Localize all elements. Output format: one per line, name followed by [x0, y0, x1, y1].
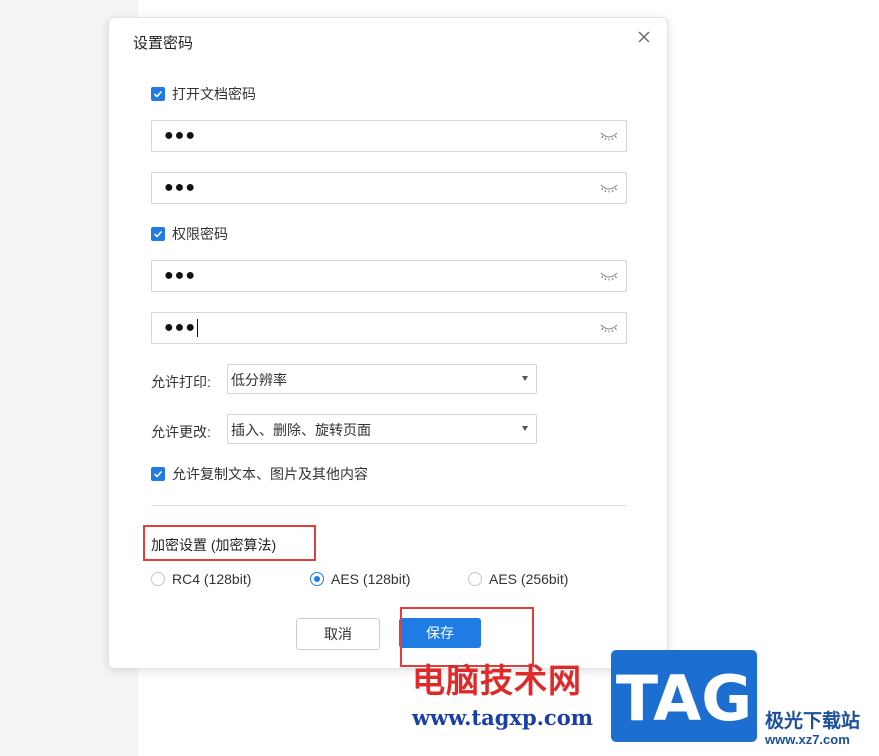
dialog-title: 设置密码 [133, 35, 194, 52]
watermark-logo-text: TAG [616, 662, 752, 735]
open-password-label: 打开文档密码 [172, 86, 256, 102]
dropdown-arrow-icon [522, 426, 528, 431]
cancel-button[interactable]: 取消 [296, 618, 380, 650]
watermark-url: www.tagxp.com [412, 705, 593, 730]
eye-closed-icon[interactable] [600, 271, 618, 281]
allow-copy-toggle[interactable]: 允许复制文本、图片及其他内容 [151, 464, 368, 484]
permission-password-input[interactable]: ●●● [151, 260, 627, 292]
radio-label: AES (256bit) [489, 571, 569, 587]
watermark-text: 电脑技术网 [412, 661, 582, 700]
radio-aes-256[interactable]: AES (256bit) [468, 571, 568, 587]
annotation-highlight [143, 525, 316, 561]
watermark-site-url: www.xz7.com [765, 732, 850, 747]
open-password-input[interactable]: ●●● [151, 120, 627, 152]
permission-password-confirm-input[interactable]: ●●● [151, 312, 627, 344]
password-value: ●●● [164, 127, 196, 144]
modify-select[interactable]: 插入、删除、旋转页面 [227, 414, 537, 444]
watermark-logo: TAG [611, 650, 757, 742]
print-select-value: 低分辨率 [231, 372, 287, 388]
radio-icon[interactable] [468, 572, 482, 586]
set-password-dialog: 设置密码 打开文档密码 ●●● ●●● 权限密码 ●●● ●●● 允许打印: 低… [108, 17, 668, 669]
modify-label: 允许更改: [151, 424, 211, 440]
print-label: 允许打印: [151, 374, 211, 390]
radio-selected-icon[interactable] [310, 572, 324, 586]
radio-label: AES (128bit) [331, 571, 411, 587]
eye-closed-icon[interactable] [600, 183, 618, 193]
password-value: ●●● [164, 179, 196, 196]
allow-copy-label: 允许复制文本、图片及其他内容 [172, 466, 368, 482]
radio-label: RC4 (128bit) [172, 571, 252, 587]
password-value: ●●● [164, 267, 196, 284]
permission-password-label: 权限密码 [172, 226, 228, 242]
eye-closed-icon[interactable] [600, 131, 618, 141]
close-icon[interactable] [635, 28, 653, 46]
password-value: ●●● [164, 318, 198, 337]
check-icon[interactable] [151, 467, 165, 481]
check-icon[interactable] [151, 87, 165, 101]
modify-select-value: 插入、删除、旋转页面 [231, 422, 371, 438]
open-password-confirm-input[interactable]: ●●● [151, 172, 627, 204]
radio-rc4-128[interactable]: RC4 (128bit) [151, 571, 251, 587]
text-caret [197, 318, 198, 337]
check-icon[interactable] [151, 227, 165, 241]
radio-aes-128[interactable]: AES (128bit) [310, 571, 410, 587]
open-password-toggle[interactable]: 打开文档密码 [151, 84, 256, 104]
divider [151, 505, 627, 506]
eye-closed-icon[interactable] [600, 323, 618, 333]
watermark-site: 极光下载站 [765, 711, 861, 732]
print-select[interactable]: 低分辨率 [227, 364, 537, 394]
permission-password-toggle[interactable]: 权限密码 [151, 224, 228, 244]
dropdown-arrow-icon [522, 376, 528, 381]
radio-icon[interactable] [151, 572, 165, 586]
